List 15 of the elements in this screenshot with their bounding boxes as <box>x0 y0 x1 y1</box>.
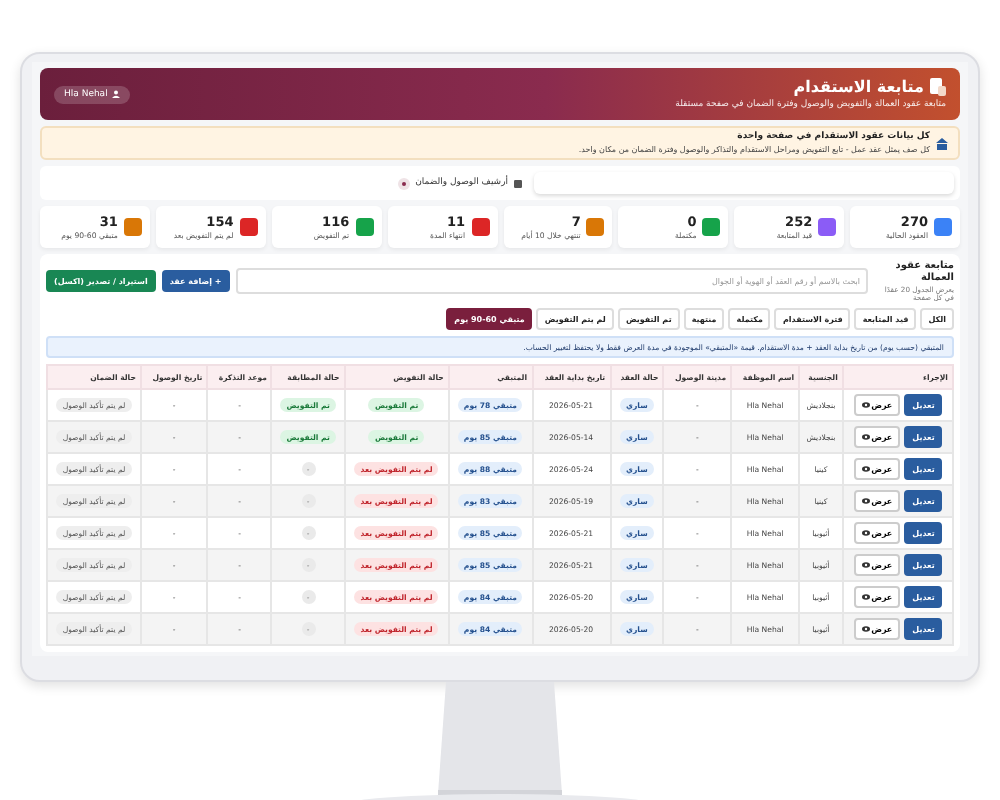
archive-icon <box>514 179 522 187</box>
page-title: متابعة الاستقدام <box>793 78 924 96</box>
document-icon <box>930 78 946 96</box>
user-icon <box>111 90 120 98</box>
circle-icon <box>397 177 410 189</box>
eye-icon <box>861 562 870 568</box>
eye-icon <box>861 594 870 600</box>
eye-icon <box>861 402 870 408</box>
eye-icon <box>861 466 870 472</box>
eye-icon <box>861 434 870 440</box>
archive-field[interactable] <box>534 172 954 194</box>
eye-icon <box>861 530 870 536</box>
building-icon <box>936 137 948 149</box>
eye-icon <box>861 626 870 632</box>
eye-icon <box>861 498 870 504</box>
